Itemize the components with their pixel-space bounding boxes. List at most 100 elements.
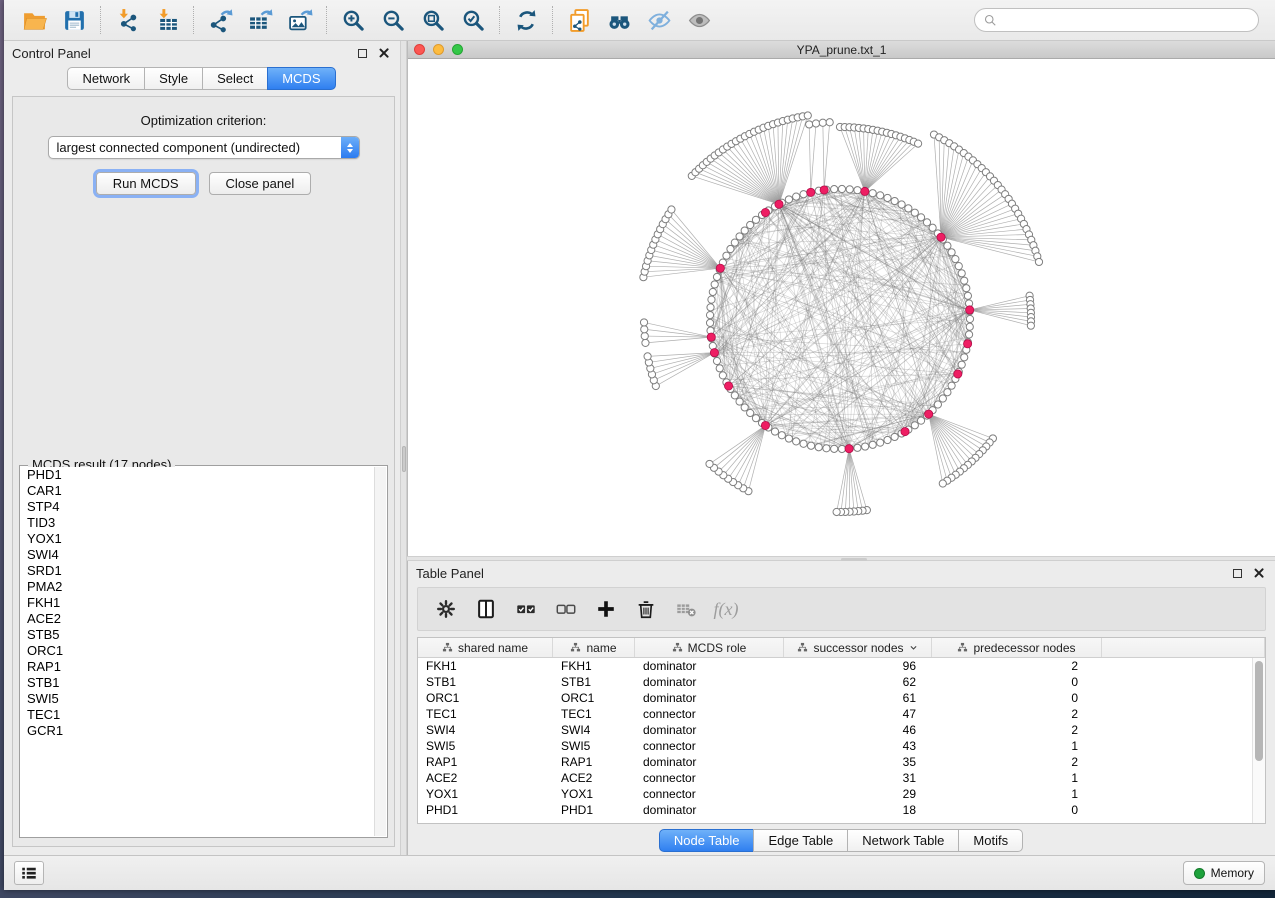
- refresh-view-button[interactable]: [506, 4, 546, 36]
- graph-node[interactable]: [963, 285, 970, 292]
- graph-node[interactable]: [944, 242, 951, 249]
- graph-node[interactable]: [707, 304, 714, 311]
- graph-node[interactable]: [747, 221, 754, 228]
- graph-mcds-node[interactable]: [937, 233, 945, 241]
- graph-mcds-node[interactable]: [775, 200, 783, 208]
- table-row[interactable]: YOX1YOX1connector291: [418, 786, 1252, 802]
- graph-node[interactable]: [741, 404, 748, 411]
- graph-node[interactable]: [793, 193, 800, 200]
- minimize-window-icon[interactable]: [433, 44, 444, 55]
- graph-node[interactable]: [736, 233, 743, 240]
- graph-node[interactable]: [965, 331, 972, 338]
- graph-node[interactable]: [823, 445, 830, 452]
- graph-node[interactable]: [706, 460, 713, 467]
- mcds-result-item[interactable]: YOX1: [21, 531, 374, 547]
- table-row[interactable]: SWI5SWI5connector431: [418, 738, 1252, 754]
- task-history-button[interactable]: [14, 861, 44, 885]
- graph-node[interactable]: [644, 353, 651, 360]
- close-panel-action-button[interactable]: Close panel: [209, 172, 312, 195]
- graph-node[interactable]: [854, 187, 861, 194]
- splitter-handle[interactable]: [402, 446, 406, 472]
- scrollbar-thumb[interactable]: [1255, 661, 1263, 761]
- graph-mcds-node[interactable]: [724, 382, 732, 390]
- tab-style[interactable]: Style: [144, 67, 203, 90]
- graph-node[interactable]: [884, 436, 891, 443]
- tab-select[interactable]: Select: [202, 67, 268, 90]
- delete-columns-button[interactable]: [628, 591, 664, 627]
- graph-node[interactable]: [869, 190, 876, 197]
- graph-node[interactable]: [891, 197, 898, 204]
- graph-node[interactable]: [952, 256, 959, 263]
- graph-node[interactable]: [911, 209, 918, 216]
- graph-node[interactable]: [708, 296, 715, 303]
- graph-mcds-node[interactable]: [901, 427, 909, 435]
- graph-node[interactable]: [826, 119, 833, 126]
- mcds-result-item[interactable]: STP4: [21, 499, 374, 515]
- graph-mcds-node[interactable]: [925, 410, 933, 418]
- copy-network-button[interactable]: [559, 4, 599, 36]
- graph-fan-nodes[interactable]: [640, 112, 1043, 516]
- graph-node[interactable]: [961, 354, 968, 361]
- graph-node[interactable]: [812, 120, 819, 127]
- export-network-button[interactable]: [200, 4, 240, 36]
- graph-node[interactable]: [807, 442, 814, 449]
- graph-node[interactable]: [752, 415, 759, 422]
- graph-mcds-node[interactable]: [964, 340, 972, 348]
- mcds-result-item[interactable]: GCR1: [21, 723, 374, 739]
- graph-node[interactable]: [898, 201, 905, 208]
- mcds-result-item[interactable]: FKH1: [21, 595, 374, 611]
- mcds-result-item[interactable]: PHD1: [21, 467, 374, 483]
- graph-node[interactable]: [736, 398, 743, 405]
- graph-node[interactable]: [958, 361, 965, 368]
- graph-mcds-node[interactable]: [861, 187, 869, 195]
- graph-mcds-node[interactable]: [954, 370, 962, 378]
- table-row[interactable]: ORC1ORC1dominator610: [418, 690, 1252, 706]
- graph-node[interactable]: [891, 433, 898, 440]
- table-row[interactable]: PHD1PHD1dominator180: [418, 802, 1252, 818]
- mcds-result-item[interactable]: STB1: [21, 675, 374, 691]
- show-columns-button[interactable]: [468, 591, 504, 627]
- show-all-button[interactable]: [679, 4, 719, 36]
- tab-network-table[interactable]: Network Table: [847, 829, 959, 852]
- table-row[interactable]: STB1STB1dominator620: [418, 674, 1252, 690]
- graph-node[interactable]: [955, 263, 962, 270]
- column-header-shared-name[interactable]: shared name: [418, 638, 553, 657]
- graph-node[interactable]: [731, 392, 738, 399]
- graph-node[interactable]: [800, 440, 807, 447]
- zoom-out-button[interactable]: [373, 4, 413, 36]
- graph-node[interactable]: [723, 252, 730, 259]
- graph-node[interactable]: [819, 119, 826, 126]
- graph-node[interactable]: [961, 277, 968, 284]
- table-row[interactable]: SWI4SWI4dominator462: [418, 722, 1252, 738]
- close-panel-button[interactable]: [1251, 565, 1267, 581]
- graph-node[interactable]: [966, 315, 973, 322]
- graph-node[interactable]: [939, 480, 946, 487]
- graph-mcds-node[interactable]: [707, 333, 715, 341]
- open-file-button[interactable]: [14, 4, 54, 36]
- graph-node[interactable]: [917, 417, 924, 424]
- hide-selected-button[interactable]: [639, 4, 679, 36]
- mcds-result-item[interactable]: ACE2: [21, 611, 374, 627]
- graph-mcds-node[interactable]: [820, 186, 828, 194]
- graph-node[interactable]: [771, 428, 778, 435]
- network-canvas[interactable]: [408, 59, 1275, 556]
- run-mcds-button[interactable]: Run MCDS: [96, 172, 196, 195]
- graph-node[interactable]: [869, 441, 876, 448]
- tab-edge-table[interactable]: Edge Table: [753, 829, 848, 852]
- graph-node[interactable]: [929, 224, 936, 231]
- graph-node[interactable]: [668, 206, 675, 213]
- close-panel-button[interactable]: [376, 45, 392, 61]
- graph-node[interactable]: [1027, 322, 1034, 329]
- graph-node[interactable]: [731, 239, 738, 246]
- splitter-handle[interactable]: [841, 558, 867, 561]
- column-header-predecessor-nodes[interactable]: predecessor nodes: [932, 638, 1102, 657]
- mcds-result-item[interactable]: TEC1: [21, 707, 374, 723]
- column-header-MCDS-role[interactable]: MCDS role: [635, 638, 784, 657]
- zoom-selected-button[interactable]: [453, 4, 493, 36]
- graph-node[interactable]: [727, 245, 734, 252]
- mcds-result-item[interactable]: SWI5: [21, 691, 374, 707]
- table-row[interactable]: TEC1TEC1connector472: [418, 706, 1252, 722]
- graph-node[interactable]: [815, 444, 822, 451]
- criterion-select[interactable]: largest connected component (undirected): [48, 136, 360, 159]
- export-image-button[interactable]: [280, 4, 320, 36]
